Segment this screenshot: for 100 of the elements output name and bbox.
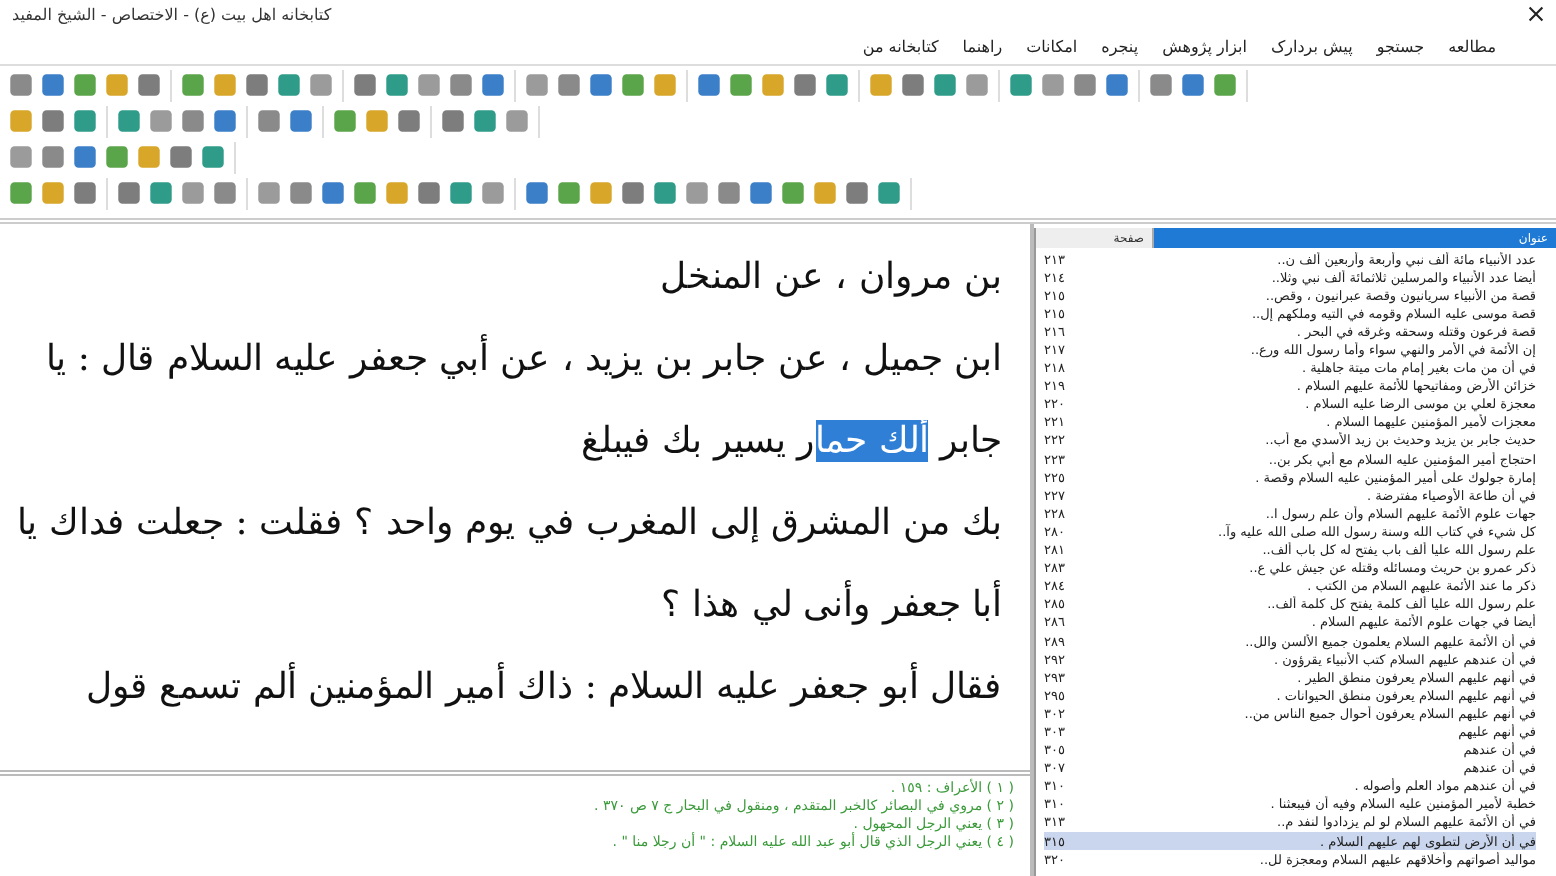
tool-icon[interactable] — [350, 70, 380, 100]
tool-icon[interactable] — [714, 178, 744, 208]
tool-icon[interactable] — [554, 70, 584, 100]
tool-icon[interactable] — [866, 70, 896, 100]
tool-icon[interactable] — [274, 70, 304, 100]
tool-icon[interactable] — [790, 70, 820, 100]
tool-icon[interactable] — [394, 106, 424, 136]
text-line: فقال أبو جعفر عليه السلام : ذاك أمير المؤمنين ألم تسمع قول — [83, 660, 1002, 712]
tool-icon[interactable] — [178, 70, 208, 100]
tool-icon[interactable] — [618, 70, 648, 100]
tool-icon[interactable] — [286, 178, 316, 208]
tool-icon[interactable] — [6, 70, 36, 100]
tool-icon[interactable] — [134, 70, 164, 100]
tool-icon[interactable] — [210, 70, 240, 100]
tool-icon[interactable] — [522, 70, 552, 100]
tool-icon[interactable] — [350, 178, 380, 208]
menu-item[interactable]: ابزار پژوهش — [1162, 37, 1247, 55]
tool-icon[interactable] — [778, 178, 808, 208]
tool-icon[interactable] — [822, 70, 852, 100]
tool-icon[interactable] — [758, 70, 788, 100]
tool-icon[interactable] — [1038, 70, 1068, 100]
tool-icon[interactable] — [38, 106, 68, 136]
tool-icon[interactable] — [102, 142, 132, 172]
tool-icon[interactable] — [1146, 70, 1176, 100]
tool-icon[interactable] — [286, 106, 316, 136]
tool-icon[interactable] — [38, 142, 68, 172]
tool-icon[interactable] — [198, 142, 228, 172]
tool-icon[interactable] — [306, 70, 336, 100]
tool-icon[interactable] — [414, 178, 444, 208]
tool-icon[interactable] — [70, 178, 100, 208]
tool-icon[interactable] — [1210, 70, 1240, 100]
tool-icon[interactable] — [586, 70, 616, 100]
tool-icon[interactable] — [102, 70, 132, 100]
tool-icon[interactable] — [726, 70, 756, 100]
tool-icon[interactable] — [1178, 70, 1208, 100]
tool-icon[interactable] — [522, 178, 552, 208]
tool-icon[interactable] — [38, 178, 68, 208]
tool-icon[interactable] — [242, 70, 272, 100]
tool-icon[interactable] — [330, 106, 360, 136]
tool-icon[interactable] — [470, 106, 500, 136]
tool-icon[interactable] — [114, 178, 144, 208]
tool-icon[interactable] — [134, 142, 164, 172]
tool-icon[interactable] — [478, 70, 508, 100]
tool-icon[interactable] — [898, 70, 928, 100]
tool-icon[interactable] — [874, 178, 904, 208]
tool-icon[interactable] — [254, 106, 284, 136]
tool-icon[interactable] — [1102, 70, 1132, 100]
tool-icon[interactable] — [682, 178, 712, 208]
tool-icon[interactable] — [930, 70, 960, 100]
menu-item[interactable]: پنجره — [1101, 37, 1139, 55]
window-title: کتابخانه اهل بیت (ع) - الاختصاص - الشیخ المفید — [12, 5, 332, 23]
tool-icon[interactable] — [446, 178, 476, 208]
tool-icon[interactable] — [146, 178, 176, 208]
text-line: جابر ألك حمار يسير بك فيبلغ — [578, 418, 1002, 466]
menu-item[interactable]: مطالعه — [1448, 37, 1496, 55]
menu-item[interactable]: جستجو — [1376, 37, 1425, 55]
menu-item[interactable]: امکانات — [1026, 37, 1078, 55]
tool-icon[interactable] — [650, 70, 680, 100]
tool-icon[interactable] — [362, 106, 392, 136]
tool-icon[interactable] — [414, 70, 444, 100]
tool-icon[interactable] — [166, 142, 196, 172]
tool-icon[interactable] — [694, 70, 724, 100]
tool-icon[interactable] — [1006, 70, 1036, 100]
tool-icon[interactable] — [446, 70, 476, 100]
tool-icon[interactable] — [6, 106, 36, 136]
tool-icon[interactable] — [842, 178, 872, 208]
tool-icon[interactable] — [746, 178, 776, 208]
tool-icon[interactable] — [178, 106, 208, 136]
tool-icon[interactable] — [210, 106, 240, 136]
tool-icon[interactable] — [650, 178, 680, 208]
tool-icon[interactable] — [554, 178, 584, 208]
tool-icon[interactable] — [114, 106, 144, 136]
tool-icon[interactable] — [438, 106, 468, 136]
tool-icon[interactable] — [70, 70, 100, 100]
tool-icon[interactable] — [210, 178, 240, 208]
tool-icon[interactable] — [478, 178, 508, 208]
menu-item[interactable]: کتابخانه من — [862, 37, 939, 55]
menu-item[interactable]: راهنما — [962, 37, 1003, 55]
tool-icon[interactable] — [6, 178, 36, 208]
tool-icon[interactable] — [70, 142, 100, 172]
tool-icon[interactable] — [962, 70, 992, 100]
text-line: أبا جعفر وأنى لي هذا ؟ — [658, 578, 1002, 630]
tool-icon[interactable] — [1070, 70, 1100, 100]
tool-icon[interactable] — [70, 106, 100, 136]
text-line: ابن جميل ، عن جابر بن يزيد ، عن أبي جعفر عليه السلام قال : يا — [44, 332, 1002, 384]
text-line: بن مروان ، عن المنخل — [658, 254, 1002, 302]
tool-icon[interactable] — [38, 70, 68, 100]
tool-icon[interactable] — [810, 178, 840, 208]
tool-icon[interactable] — [382, 178, 412, 208]
tool-icon[interactable] — [6, 142, 36, 172]
tool-icon[interactable] — [382, 70, 412, 100]
tool-icon[interactable] — [586, 178, 616, 208]
menu-item[interactable]: پیش بردارک — [1270, 37, 1353, 55]
tool-icon[interactable] — [502, 106, 532, 136]
tool-icon[interactable] — [318, 178, 348, 208]
close-icon[interactable] — [1528, 6, 1544, 22]
tool-icon[interactable] — [146, 106, 176, 136]
tool-icon[interactable] — [618, 178, 648, 208]
tool-icon[interactable] — [178, 178, 208, 208]
tool-icon[interactable] — [254, 178, 284, 208]
